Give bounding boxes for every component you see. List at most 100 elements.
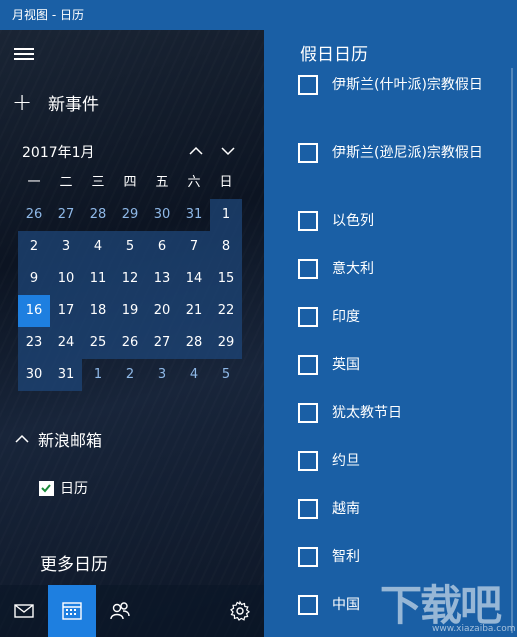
calendar-day[interactable]: 4 [178, 359, 210, 391]
calendar-day[interactable]: 20 [146, 295, 178, 327]
calendar-day[interactable]: 1 [210, 199, 242, 231]
checkbox[interactable] [298, 143, 318, 163]
checkbox[interactable] [298, 547, 318, 567]
calendar-day[interactable]: 1 [82, 359, 114, 391]
checkbox[interactable] [298, 451, 318, 471]
mail-button[interactable] [0, 585, 48, 637]
calendar-day[interactable]: 5 [114, 231, 146, 263]
calendar-day[interactable]: 3 [50, 231, 82, 263]
calendar-day[interactable]: 31 [178, 199, 210, 231]
calendar-day[interactable]: 30 [18, 359, 50, 391]
checkbox[interactable] [298, 211, 318, 231]
calendar-day[interactable]: 29 [210, 327, 242, 359]
holiday-calendar-item[interactable]: 犹太教节日 [298, 402, 488, 424]
calendar-day[interactable]: 4 [82, 231, 114, 263]
holiday-calendar-item[interactable]: 中国 [298, 594, 488, 616]
calendar-day[interactable]: 2 [114, 359, 146, 391]
calendar-day[interactable]: 12 [114, 263, 146, 295]
calendar-checkbox-item[interactable]: 日历 [39, 478, 88, 498]
calendar-day[interactable]: 21 [178, 295, 210, 327]
calendar-day[interactable]: 19 [114, 295, 146, 327]
window-title: 月视图 - 日历 [0, 0, 517, 30]
holiday-calendar-item[interactable]: 伊斯兰(什叶派)宗教假日 [298, 74, 488, 96]
calendar-day[interactable]: 18 [82, 295, 114, 327]
calendar-day[interactable]: 15 [210, 263, 242, 295]
holiday-calendar-label: 约旦 [332, 453, 360, 469]
checkbox[interactable] [298, 75, 318, 95]
calendar-day[interactable]: 9 [18, 263, 50, 295]
calendar-day[interactable]: 7 [178, 231, 210, 263]
hamburger-menu-icon[interactable] [14, 48, 34, 60]
calendar-day[interactable]: 28 [82, 199, 114, 231]
weekday-header: 三 [91, 175, 105, 190]
checkbox[interactable] [298, 259, 318, 279]
calendar-button[interactable] [48, 585, 96, 637]
mini-calendar-grid: 一二三四五六日 26 27 28 29 30 31 1 2 3 4 5 6 7 8 9 10 11 12 13 14 15… [18, 167, 242, 391]
plus-icon: + [12, 88, 33, 116]
holiday-calendar-item[interactable]: 意大利 [298, 258, 488, 280]
calendar-day[interactable]: 22 [210, 295, 242, 327]
calendar-day[interactable]: 10 [50, 263, 82, 295]
new-event-button[interactable]: + 新事件 [12, 88, 99, 116]
holiday-calendar-label: 中国 [332, 597, 360, 613]
calendar-day[interactable]: 25 [82, 327, 114, 359]
holiday-calendar-label: 印度 [332, 309, 360, 325]
settings-button[interactable] [216, 585, 264, 637]
holiday-calendar-item[interactable]: 以色列 [298, 210, 488, 232]
calendar-day[interactable]: 31 [50, 359, 82, 391]
holiday-calendar-label: 伊斯兰(逊尼派)宗教假日 [332, 145, 483, 161]
calendar-day[interactable]: 23 [18, 327, 50, 359]
checkbox[interactable] [298, 595, 318, 615]
checkbox[interactable] [298, 307, 318, 327]
new-event-label: 新事件 [48, 94, 99, 115]
previous-month-button[interactable] [185, 140, 207, 162]
holiday-calendar-item[interactable]: 英国 [298, 354, 488, 376]
checkbox[interactable] [298, 403, 318, 423]
account-toggle[interactable]: 新浪邮箱 [14, 427, 102, 451]
weekday-header: 六 [187, 175, 201, 190]
chevron-down-icon [221, 147, 235, 156]
mini-calendar-month-label[interactable]: 2017年1月 [22, 142, 95, 162]
sidebar: + 新事件 2017年1月 一二三四五六日 26 27 28 29 30 31 1 2 3 4 5 6 7… [0, 30, 264, 637]
calendar-day-today[interactable]: 16 [18, 295, 50, 327]
calendar-day[interactable]: 26 [114, 327, 146, 359]
checkbox[interactable] [298, 499, 318, 519]
holiday-calendar-item[interactable]: 伊斯兰(逊尼派)宗教假日 [298, 142, 488, 164]
calendar-day[interactable]: 17 [50, 295, 82, 327]
gear-icon [230, 600, 250, 621]
calendar-day[interactable]: 5 [210, 359, 242, 391]
calendar-day[interactable]: 13 [146, 263, 178, 295]
calendar-day[interactable]: 3 [146, 359, 178, 391]
holiday-calendar-panel: 假日日历 伊斯兰(什叶派)宗教假日 伊斯兰(逊尼派)宗教假日 以色列 意大利 印度 英国犹… [264, 30, 517, 637]
calendar-day[interactable]: 30 [146, 199, 178, 231]
calendar-day[interactable]: 6 [146, 231, 178, 263]
holiday-calendar-label: 智利 [332, 549, 360, 565]
checkbox-checked[interactable] [39, 480, 54, 496]
scrollbar[interactable] [511, 68, 513, 633]
holiday-calendar-item[interactable]: 越南 [298, 498, 488, 520]
checkbox[interactable] [298, 355, 318, 375]
calendar-day[interactable]: 8 [210, 231, 242, 263]
holiday-calendar-label: 犹太教节日 [332, 405, 402, 421]
calendar-day[interactable]: 11 [82, 263, 114, 295]
mail-icon [14, 604, 34, 618]
bottom-app-bar [0, 585, 264, 637]
more-calendars-link[interactable]: 更多日历 [40, 550, 108, 575]
calendar-day[interactable]: 29 [114, 199, 146, 231]
people-button[interactable] [96, 585, 144, 637]
calendar-day[interactable]: 27 [146, 327, 178, 359]
calendar-day[interactable]: 14 [178, 263, 210, 295]
calendar-day[interactable]: 28 [178, 327, 210, 359]
next-month-button[interactable] [217, 140, 239, 162]
calendar-item-label: 日历 [60, 481, 88, 497]
weekday-header: 二 [59, 175, 73, 190]
calendar-day[interactable]: 27 [50, 199, 82, 231]
calendar-day[interactable]: 2 [18, 231, 50, 263]
holiday-calendar-item[interactable]: 智利 [298, 546, 488, 568]
calendar-day[interactable]: 24 [50, 327, 82, 359]
weekday-header: 五 [155, 175, 169, 190]
holiday-calendar-label: 以色列 [332, 213, 374, 229]
holiday-calendar-item[interactable]: 印度 [298, 306, 488, 328]
holiday-calendar-item[interactable]: 约旦 [298, 450, 488, 472]
calendar-day[interactable]: 26 [18, 199, 50, 231]
